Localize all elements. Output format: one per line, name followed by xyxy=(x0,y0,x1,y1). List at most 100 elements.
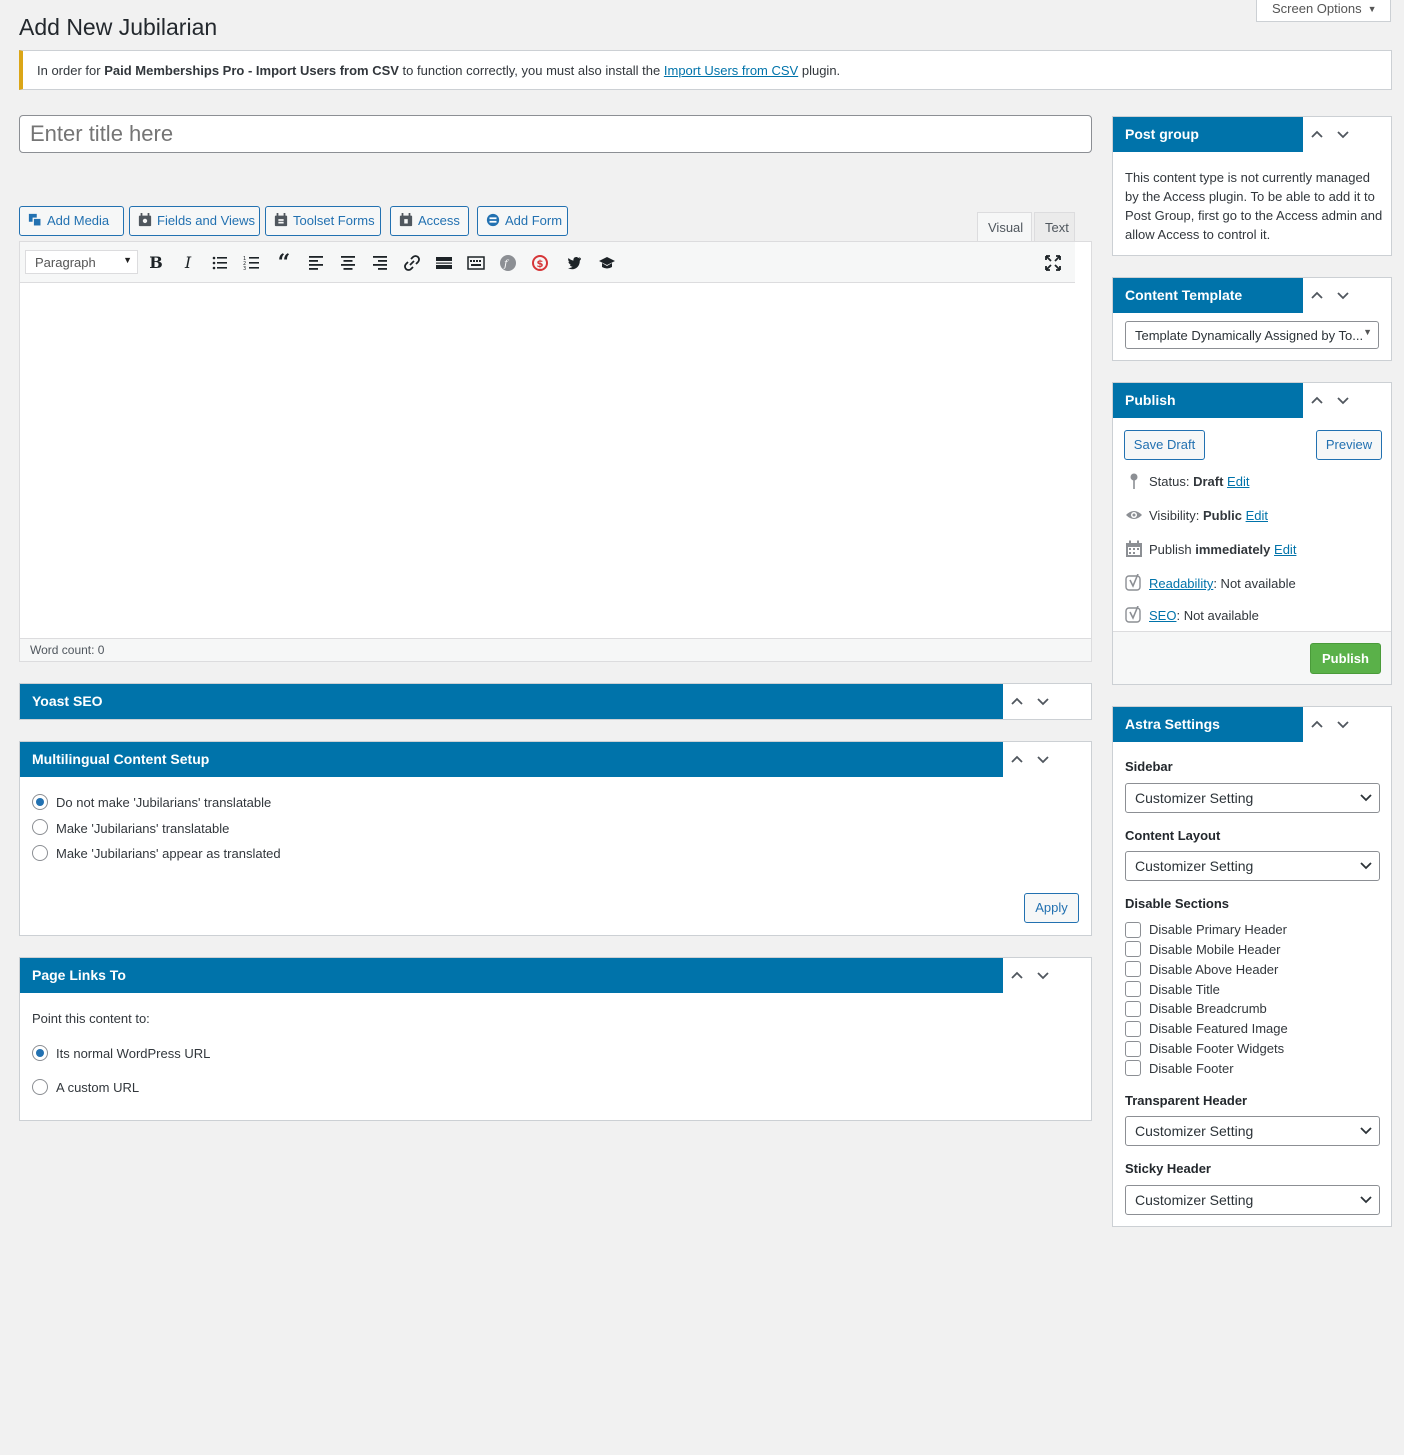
seo-link[interactable]: SEO xyxy=(1149,608,1176,623)
checkbox-disable-primary-header[interactable] xyxy=(1125,922,1141,938)
checkbox-disable-above-header[interactable] xyxy=(1125,961,1141,977)
blockquote-icon[interactable]: “ xyxy=(272,251,296,275)
preview-button[interactable]: Preview xyxy=(1316,430,1382,460)
twitter-icon[interactable] xyxy=(562,251,586,275)
add-media-icon xyxy=(28,213,42,227)
publish-title[interactable]: Publish xyxy=(1113,383,1303,418)
title-input[interactable] xyxy=(19,115,1092,153)
checkbox-label: Disable Primary Header xyxy=(1149,922,1287,937)
add-media-label: Add Media xyxy=(47,213,110,228)
access-button[interactable]: Access xyxy=(390,206,469,236)
checkbox-disable-featured-image[interactable] xyxy=(1125,1021,1141,1037)
move-up-icon[interactable] xyxy=(1010,694,1024,708)
caret-down-icon: ▼ xyxy=(123,255,132,265)
page-title: Add New Jubilarian xyxy=(19,14,218,40)
bold-icon[interactable]: B xyxy=(144,251,168,275)
format-select[interactable]: Paragraph ▼ xyxy=(25,250,138,274)
bullet-list-icon[interactable] xyxy=(208,251,232,275)
radio-translatable[interactable] xyxy=(32,819,48,835)
link-icon[interactable] xyxy=(400,251,424,275)
content-layout-select[interactable]: Customizer Setting xyxy=(1125,851,1380,881)
move-up-icon[interactable] xyxy=(1010,968,1024,982)
move-up-icon[interactable] xyxy=(1310,717,1324,731)
sticky-header-select[interactable]: Customizer Setting xyxy=(1125,1185,1380,1215)
page-links-box: Page Links To Point this content to: Its… xyxy=(19,957,1092,1121)
add-media-button[interactable]: Add Media xyxy=(19,206,124,236)
schedule-edit-link[interactable]: Edit xyxy=(1274,542,1296,557)
toolset-forms-button[interactable]: Toolset Forms xyxy=(265,206,381,236)
fields-views-icon xyxy=(138,213,152,227)
screen-options-button[interactable]: Screen Options ▼ xyxy=(1256,0,1391,22)
move-down-icon[interactable] xyxy=(1036,968,1050,982)
status-label: Status: xyxy=(1149,474,1194,489)
fields-icon[interactable]: f xyxy=(496,251,520,275)
italic-icon[interactable]: I xyxy=(176,251,200,275)
fields-views-label: Fields and Views xyxy=(157,213,256,228)
transparent-header-select[interactable]: Customizer Setting xyxy=(1125,1116,1380,1146)
align-left-icon[interactable] xyxy=(304,251,328,275)
align-center-icon[interactable] xyxy=(336,251,360,275)
visibility-row: Visibility: Public Edit xyxy=(1125,506,1268,524)
content-template-select[interactable]: Template Dynamically Assigned by To... ▼ xyxy=(1125,321,1379,349)
pin-icon xyxy=(1130,473,1138,489)
checkbox-disable-footer[interactable] xyxy=(1125,1060,1141,1076)
option-label: Make 'Jubilarians' translatable xyxy=(56,821,230,836)
editor-toolbar: Paragraph ▼ B I 123 “ f $ xyxy=(20,242,1075,283)
publish-button[interactable]: Publish xyxy=(1310,643,1381,674)
notice-suffix: plugin. xyxy=(798,63,841,78)
move-down-icon[interactable] xyxy=(1336,288,1350,302)
notice-plugin-link[interactable]: Import Users from CSV xyxy=(664,63,798,78)
checkbox-disable-footer-widgets[interactable] xyxy=(1125,1041,1141,1057)
page-links-title[interactable]: Page Links To xyxy=(20,958,1003,993)
astra-settings-title[interactable]: Astra Settings xyxy=(1113,707,1303,742)
yoast-seo-title[interactable]: Yoast SEO xyxy=(20,684,1003,719)
radio-normal-url[interactable] xyxy=(32,1045,48,1061)
checkbox-disable-breadcrumb[interactable] xyxy=(1125,1001,1141,1017)
radio-appear-translated[interactable] xyxy=(32,845,48,861)
status-edit-link[interactable]: Edit xyxy=(1227,474,1249,489)
save-draft-button[interactable]: Save Draft xyxy=(1124,430,1205,460)
caret-down-icon: ▼ xyxy=(1363,327,1372,337)
readability-link[interactable]: Readability xyxy=(1149,576,1213,591)
move-down-icon[interactable] xyxy=(1336,127,1350,141)
fields-views-button[interactable]: Fields and Views xyxy=(129,206,260,236)
sticky-header-label: Sticky Header xyxy=(1125,1161,1211,1176)
move-down-icon[interactable] xyxy=(1036,694,1050,708)
chevron-down-icon xyxy=(1360,1196,1372,1204)
numbered-list-icon[interactable]: 123 xyxy=(240,251,264,275)
tab-text[interactable]: Text xyxy=(1034,212,1075,241)
chevron-down-icon xyxy=(1360,794,1372,802)
move-up-icon[interactable] xyxy=(1310,127,1324,141)
move-up-icon[interactable] xyxy=(1010,752,1024,766)
radio-not-translatable[interactable] xyxy=(32,794,48,810)
shortcode-icon[interactable]: $ xyxy=(528,251,552,275)
sidebar-value: Customizer Setting xyxy=(1135,790,1254,806)
move-down-icon[interactable] xyxy=(1036,752,1050,766)
align-right-icon[interactable] xyxy=(368,251,392,275)
publish-actions: Publish xyxy=(1113,631,1391,684)
option-label: Make 'Jubilarians' appear as translated xyxy=(56,846,281,861)
move-up-icon[interactable] xyxy=(1310,393,1324,407)
content-editor[interactable]: Paragraph ▼ B I 123 “ f $ Word count: 0 xyxy=(19,241,1092,662)
read-more-icon[interactable] xyxy=(432,251,456,275)
apply-button[interactable]: Apply xyxy=(1024,893,1079,923)
toolbar-toggle-icon[interactable] xyxy=(464,251,488,275)
radio-custom-url[interactable] xyxy=(32,1079,48,1095)
multilingual-box: Multilingual Content Setup Do not make '… xyxy=(19,741,1092,936)
learn-icon[interactable] xyxy=(595,251,619,275)
post-group-title[interactable]: Post group xyxy=(1113,117,1303,152)
multilingual-title[interactable]: Multilingual Content Setup xyxy=(20,742,1003,777)
move-down-icon[interactable] xyxy=(1336,393,1350,407)
move-down-icon[interactable] xyxy=(1336,717,1350,731)
checkbox-disable-mobile-header[interactable] xyxy=(1125,941,1141,957)
move-up-icon[interactable] xyxy=(1310,288,1324,302)
visibility-edit-link[interactable]: Edit xyxy=(1246,508,1268,523)
checkbox-disable-title[interactable] xyxy=(1125,981,1141,997)
notice-prefix: In order for xyxy=(37,63,105,78)
add-form-button[interactable]: Add Form xyxy=(477,206,568,236)
toolset-forms-icon xyxy=(274,213,288,227)
sidebar-select[interactable]: Customizer Setting xyxy=(1125,783,1380,813)
content-template-title[interactable]: Content Template xyxy=(1113,278,1303,313)
fullscreen-icon[interactable] xyxy=(1041,251,1065,275)
tab-visual[interactable]: Visual xyxy=(977,212,1032,242)
